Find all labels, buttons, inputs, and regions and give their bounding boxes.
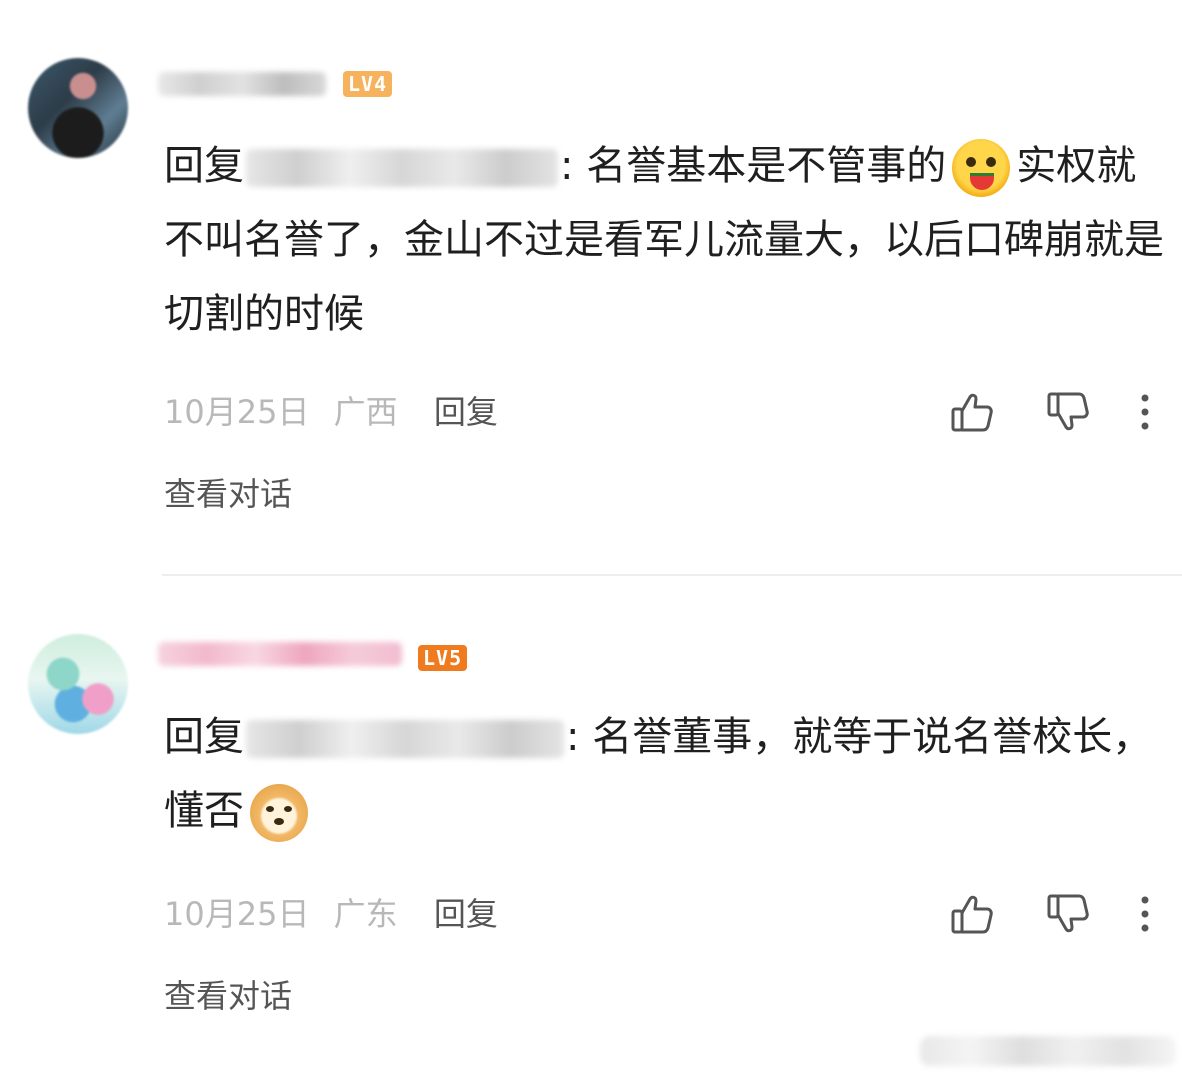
level-badge: LV4	[343, 71, 393, 97]
comment-body-part-1: : 名誉基本是不管事的	[560, 143, 947, 189]
comment-location: 广西	[333, 393, 398, 431]
comment-date: 10月25日	[164, 895, 310, 933]
doge-emoji-icon	[250, 784, 308, 842]
comment-item: LV5 回复: 名誉董事，就等于说名誉校长，懂否 10月25日 广东 回复 查看…	[0, 578, 1182, 1078]
more-vertical-icon[interactable]	[1128, 890, 1162, 938]
thumbs-up-icon[interactable]	[948, 388, 996, 436]
thumbs-down-icon[interactable]	[1044, 388, 1092, 436]
more-vertical-icon[interactable]	[1128, 388, 1162, 436]
comment-meta: 10月25日 广西 回复	[164, 392, 498, 432]
avatar[interactable]	[28, 634, 128, 734]
view-conversation-link[interactable]: 查看对话	[164, 474, 292, 514]
reply-target-blurred[interactable]	[246, 149, 558, 187]
comment-meta: 10月25日 广东 回复	[164, 894, 498, 934]
comment-actions	[948, 890, 1162, 938]
reply-button[interactable]: 回复	[434, 393, 498, 431]
username-blurred[interactable]	[158, 642, 402, 666]
reply-prefix: 回复	[164, 143, 244, 189]
comment-text: 回复: 名誉董事，就等于说名誉校长，懂否	[164, 700, 1164, 848]
reply-button[interactable]: 回复	[434, 895, 498, 933]
comment-item: LV4 回复: 名誉基本是不管事的 实权就不叫名誉了，金山不过是看军儿流量大，以后…	[0, 0, 1182, 570]
view-conversation-link[interactable]: 查看对话	[164, 976, 292, 1016]
reply-prefix: 回复	[164, 714, 244, 760]
laughing-emoji-icon	[952, 139, 1011, 197]
watermark-blurred	[920, 1036, 1176, 1066]
avatar[interactable]	[28, 58, 128, 158]
thumbs-up-icon[interactable]	[948, 890, 996, 938]
divider	[162, 574, 1182, 576]
comment-text: 回复: 名誉基本是不管事的 实权就不叫名誉了，金山不过是看军儿流量大，以后口碑崩就…	[164, 129, 1164, 351]
reply-target-blurred[interactable]	[246, 720, 564, 758]
comment-actions	[948, 388, 1162, 436]
level-badge: LV5	[418, 645, 468, 671]
comment-location: 广东	[333, 895, 398, 933]
thumbs-down-icon[interactable]	[1044, 890, 1092, 938]
comment-date: 10月25日	[164, 393, 310, 431]
username-blurred[interactable]	[158, 72, 326, 96]
